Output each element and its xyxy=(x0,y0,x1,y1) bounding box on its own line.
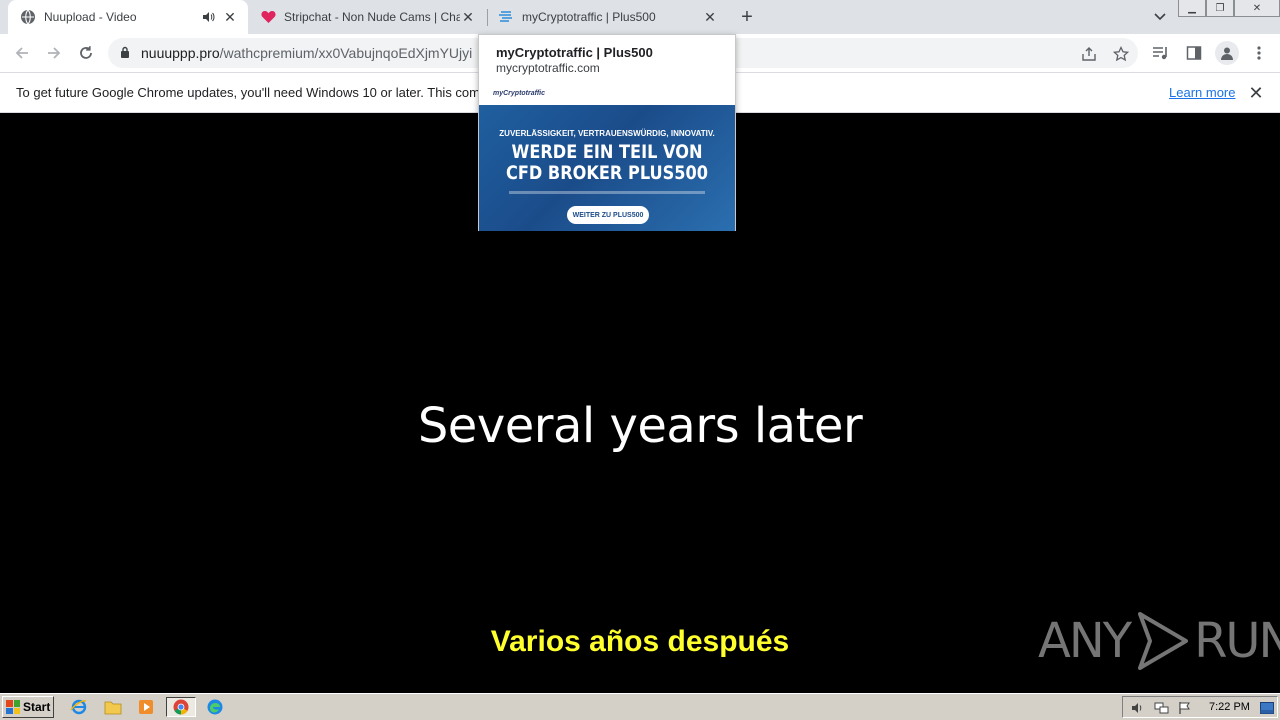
hover-card-preview-header: myCryptotraffic xyxy=(479,85,735,105)
plus500-ad-banner: ZUVERLÄSSIGKEIT, VERTRAUENSWÜRDIG, INNOV… xyxy=(479,105,735,231)
crypto-icon xyxy=(498,9,514,25)
speaker-icon[interactable] xyxy=(200,9,216,25)
edge-icon[interactable] xyxy=(204,697,226,717)
infobar-message: To get future Google Chrome updates, you… xyxy=(16,85,495,100)
profile-avatar-icon[interactable] xyxy=(1215,41,1239,65)
show-desktop-icon[interactable] xyxy=(1259,700,1275,716)
banner-headline-2: CFD BROKER PLUS500 xyxy=(505,162,709,184)
system-tray: 7:22 PM xyxy=(1122,696,1278,718)
tab-close-icon[interactable]: ✕ xyxy=(222,9,238,25)
media-control-icon[interactable] xyxy=(1151,43,1171,63)
close-window-icon[interactable]: ✕ xyxy=(1234,0,1280,17)
windows-taskbar: Start 7:22 PM xyxy=(0,693,1280,720)
banner-tagline: ZUVERLÄSSIGKEIT, VERTRAUENSWÜRDIG, INNOV… xyxy=(499,129,715,138)
reload-button[interactable] xyxy=(74,41,98,65)
watermark-right: RUN xyxy=(1194,613,1280,669)
tab-strip: Nuupload - Video ✕ Stripchat - Non Nude … xyxy=(0,0,1280,34)
bookmark-star-icon[interactable] xyxy=(1112,45,1130,63)
tab-nuupload[interactable]: Nuupload - Video ✕ xyxy=(8,0,248,34)
hover-card-domain: mycryptotraffic.com xyxy=(496,61,600,75)
watermark-left: ANY xyxy=(1038,613,1132,669)
menu-kebab-icon[interactable] xyxy=(1249,43,1269,63)
action-center-flag-icon[interactable] xyxy=(1177,700,1193,716)
learn-more-link[interactable]: Learn more xyxy=(1169,85,1235,100)
tab-title: Nuupload - Video xyxy=(44,10,137,24)
file-explorer-icon[interactable] xyxy=(102,697,124,717)
banner-headline-1: WERDE EIN TEIL VON xyxy=(511,141,703,163)
minimize-icon[interactable]: ▁ xyxy=(1178,0,1206,17)
video-caption: Several years later xyxy=(417,398,863,454)
taskbar-clock[interactable]: 7:22 PM xyxy=(1209,701,1250,713)
network-icon[interactable] xyxy=(1153,700,1169,716)
share-icon[interactable] xyxy=(1080,45,1098,63)
url-host: nuuuppp.pro xyxy=(141,45,220,61)
tab-close-icon[interactable]: ✕ xyxy=(460,9,476,25)
side-panel-icon[interactable] xyxy=(1184,43,1204,63)
anyrun-watermark: ANY RUN xyxy=(1038,610,1280,672)
banner-fine-print xyxy=(509,191,705,194)
tab-title: Stripchat - Non Nude Cams | Chat wi xyxy=(284,10,460,24)
forward-button[interactable] xyxy=(42,41,66,65)
heart-icon xyxy=(260,9,276,25)
start-button[interactable]: Start xyxy=(2,696,54,718)
volume-icon[interactable] xyxy=(1129,700,1145,716)
globe-icon xyxy=(20,9,36,25)
tab-stripchat[interactable]: Stripchat - Non Nude Cams | Chat wi ✕ xyxy=(250,0,486,34)
tab-mycryptotraffic[interactable]: myCryptotraffic | Plus500 ✕ xyxy=(488,0,728,34)
window-controls: ▁ ❐ ✕ xyxy=(1178,0,1280,20)
chrome-taskbar-icon[interactable] xyxy=(166,697,196,717)
play-logo-icon xyxy=(1138,612,1189,670)
new-tab-button[interactable]: + xyxy=(736,6,758,28)
lock-icon[interactable] xyxy=(120,46,130,64)
infobar-close-icon[interactable]: ✕ xyxy=(1246,83,1266,103)
internet-explorer-icon[interactable] xyxy=(68,697,90,717)
restore-icon[interactable]: ❐ xyxy=(1206,0,1234,17)
mycryptotraffic-logo: myCryptotraffic xyxy=(493,90,545,97)
url-path: /wathcpremium/xx0VabujnqoEdXjmYUjyi xyxy=(219,45,473,61)
url-text: nuuuppp.pro/wathcpremium/xx0VabujnqoEdXj… xyxy=(141,45,481,61)
hover-card-title: myCryptotraffic | Plus500 xyxy=(496,45,653,60)
tab-hover-card: myCryptotraffic | Plus500 mycryptotraffi… xyxy=(478,34,736,231)
tab-title: myCryptotraffic | Plus500 xyxy=(522,10,656,24)
windows-logo-icon xyxy=(6,700,20,714)
tab-search-icon[interactable] xyxy=(1150,8,1170,26)
banner-cta-button: WEITER ZU PLUS500 xyxy=(567,206,649,224)
tab-close-icon[interactable]: ✕ xyxy=(702,9,718,25)
media-player-icon[interactable] xyxy=(135,697,157,717)
start-label: Start xyxy=(23,700,51,714)
back-button[interactable] xyxy=(10,41,34,65)
